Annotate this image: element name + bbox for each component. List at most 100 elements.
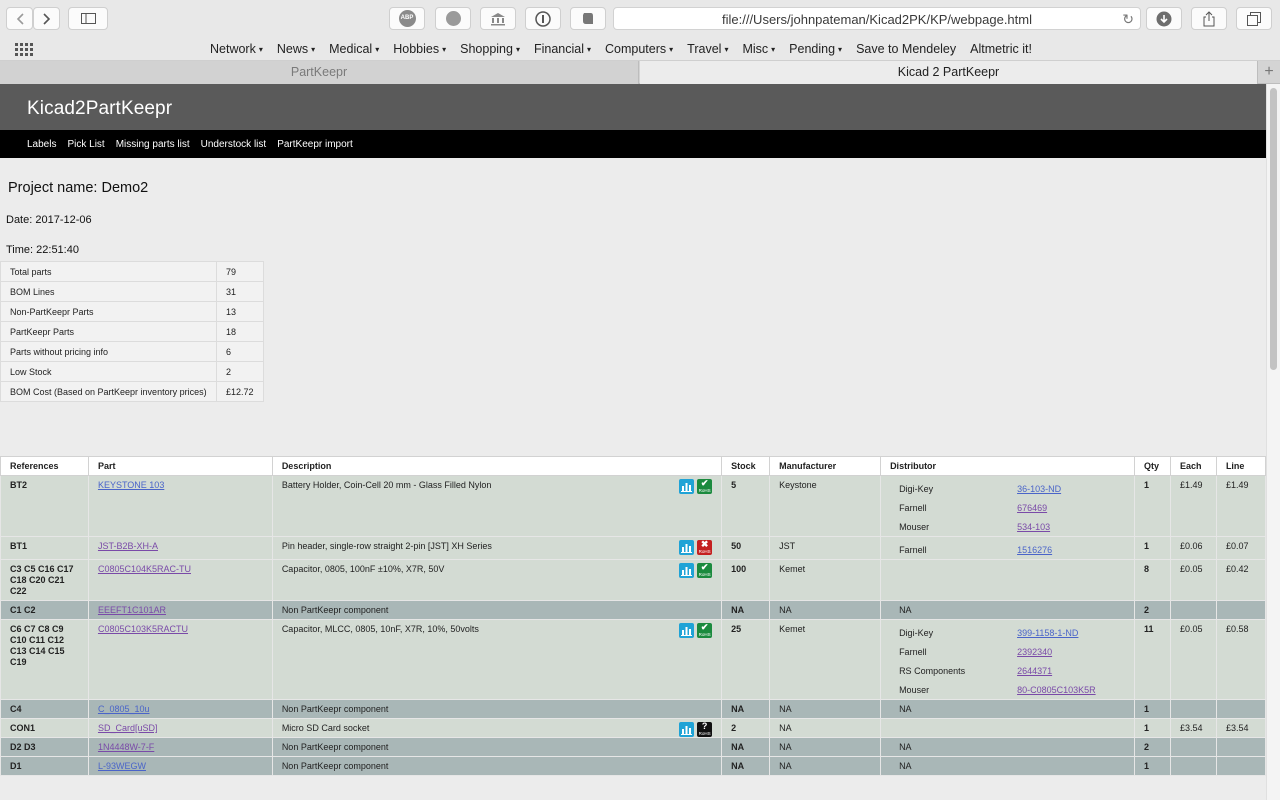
- rohs-icon[interactable]: ✔ RoHS: [697, 563, 713, 578]
- part-link[interactable]: C0805C103K5RACTU: [98, 624, 188, 634]
- reload-icon[interactable]: ↻: [1122, 11, 1134, 28]
- extension-button-3[interactable]: [525, 7, 561, 30]
- chevron-down-icon: ▾: [311, 45, 316, 54]
- rohs-icon[interactable]: ? RoHS: [697, 722, 713, 737]
- datasheet-icon[interactable]: [679, 479, 695, 494]
- distributor-part-link[interactable]: 2644371: [1017, 666, 1125, 677]
- summary-row: Low Stock 2: [0, 361, 264, 382]
- extension-button-2[interactable]: [480, 7, 516, 30]
- distributor-part-link[interactable]: 1516276: [1017, 545, 1125, 556]
- description-wrap: Non PartKeepr component: [282, 605, 712, 616]
- distributor-name: Farnell: [899, 503, 927, 513]
- tab-kicad2partkeepr[interactable]: Kicad 2 PartKeepr: [640, 61, 1257, 84]
- bom-each-price: £0.05: [1169, 619, 1217, 700]
- summary-row: PartKeepr Parts 18: [0, 321, 264, 342]
- extension-button-4[interactable]: [570, 7, 606, 30]
- nav-pick-list[interactable]: Pick List: [67, 139, 104, 150]
- rohs-icon[interactable]: ✔ RoHS: [697, 479, 713, 494]
- favorite-item[interactable]: Pending ▾: [789, 42, 842, 56]
- bom-line-price: £3.54: [1215, 718, 1266, 738]
- favorite-item[interactable]: Computers ▾: [605, 42, 673, 56]
- bom-row: D1 L-93WEGW Non PartKeepr component NA NA NA 1: [0, 756, 1266, 776]
- bom-distributor-cell: Digi-Key 36-103-ND Farnell 676469 Mouser 534-…: [880, 475, 1135, 537]
- bom-description-cell: Non PartKeepr component: [271, 737, 723, 757]
- datasheet-icon[interactable]: [679, 540, 695, 555]
- scrollbar-thumb[interactable]: [1270, 88, 1277, 370]
- part-link[interactable]: JST-B2B-XH-A: [98, 541, 158, 551]
- favorite-item[interactable]: News ▾: [277, 42, 315, 56]
- part-link[interactable]: KEYSTONE 103: [98, 480, 164, 490]
- summary-value: 2: [216, 361, 264, 382]
- bom-references: C3 C5 C16 C17 C18 C20 C21 C22: [0, 559, 89, 601]
- address-bar[interactable]: file:///Users/johnpateman/Kicad2PK/KP/we…: [613, 7, 1141, 30]
- favorite-item[interactable]: Medical ▾: [329, 42, 379, 56]
- part-link[interactable]: EEEFT1C101AR: [98, 605, 166, 615]
- part-link[interactable]: C_0805_10u: [98, 704, 150, 714]
- bom-distributor-cell: [880, 718, 1135, 738]
- favorite-item[interactable]: Hobbies ▾: [393, 42, 446, 56]
- nav-missing-parts-list[interactable]: Missing parts list: [116, 139, 190, 150]
- bom-column-header: Distributor: [880, 456, 1135, 476]
- bom-row: C4 C_0805_10u Non PartKeepr component NA NA N…: [0, 699, 1266, 719]
- part-link[interactable]: C0805C104K5RAC-TU: [98, 564, 191, 574]
- distributor-part-link[interactable]: 399-1158-1-ND: [1017, 628, 1125, 639]
- show-tabs-button[interactable]: [1236, 7, 1272, 30]
- description-wrap: Non PartKeepr component: [282, 761, 712, 772]
- favorite-item[interactable]: Save to Mendeley: [856, 42, 956, 56]
- bom-manufacturer: Kemet: [769, 559, 882, 601]
- distributor-part-link[interactable]: 676469: [1017, 503, 1125, 514]
- bom-stock: 50: [721, 536, 771, 560]
- rohs-text: RoHS: [698, 632, 711, 637]
- favorite-item[interactable]: Network ▾: [210, 42, 263, 56]
- distributor-part-link[interactable]: 80-C0805C103K5R: [1017, 685, 1125, 696]
- sidebar-button[interactable]: [68, 7, 108, 30]
- distributor-part-link[interactable]: 36-103-ND: [1017, 484, 1125, 495]
- bom-line-price: £0.58: [1215, 619, 1266, 700]
- share-button[interactable]: [1191, 7, 1227, 30]
- distributor-part-link[interactable]: 2392340: [1017, 647, 1125, 658]
- bom-distributor-cell: [880, 559, 1135, 601]
- forward-button[interactable]: [33, 7, 60, 30]
- bom-references: C4: [0, 699, 89, 719]
- summary-label: Low Stock: [0, 361, 217, 382]
- favorites-bar: Network ▾ News ▾ Medical ▾ Hobbies ▾ Shopping ▾ Fi…: [0, 38, 1280, 61]
- extension-button-1[interactable]: [435, 7, 471, 30]
- favorite-item[interactable]: Altmetric it!: [970, 42, 1032, 56]
- bom-qty: 1: [1133, 475, 1171, 537]
- favorite-item[interactable]: Financial ▾: [534, 42, 591, 56]
- favorite-item[interactable]: Misc ▾: [742, 42, 775, 56]
- summary-label: BOM Lines: [0, 281, 217, 302]
- part-link[interactable]: L-93WEGW: [98, 761, 146, 771]
- page-scrollbar[interactable]: [1266, 84, 1280, 800]
- back-button[interactable]: [6, 7, 33, 30]
- bom-description-cell: Non PartKeepr component: [271, 699, 723, 719]
- chevron-down-icon: ▾: [515, 45, 520, 54]
- nav-understock-list[interactable]: Understock list: [201, 139, 267, 150]
- bom-description-cell: Capacitor, MLCC, 0805, 10nF, X7R, 10%, 5…: [271, 619, 723, 700]
- downloads-button[interactable]: [1146, 7, 1182, 30]
- bom-stock: NA: [721, 600, 771, 620]
- part-description: Non PartKeepr component: [281, 605, 389, 615]
- grid-icon[interactable]: [15, 43, 33, 56]
- datasheet-icon[interactable]: [679, 722, 695, 737]
- datasheet-icon[interactable]: [679, 563, 695, 578]
- summary-label: PartKeepr Parts: [0, 321, 217, 342]
- bom-stock: 2: [721, 718, 771, 738]
- tab-partkeepr[interactable]: PartKeepr: [0, 61, 639, 84]
- datasheet-icon[interactable]: [679, 623, 695, 638]
- bom-each-price: £0.05: [1169, 559, 1217, 601]
- rohs-icon[interactable]: ✔ RoHS: [697, 623, 713, 638]
- part-link[interactable]: 1N4448W-7-F: [98, 742, 154, 752]
- part-link[interactable]: SD_Card[uSD]: [98, 723, 158, 733]
- forward-arrow-icon: [42, 12, 50, 25]
- rohs-icon[interactable]: ✖ RoHS: [697, 540, 713, 555]
- new-tab-button[interactable]: +: [1257, 61, 1280, 84]
- favorite-item[interactable]: Travel ▾: [687, 42, 728, 56]
- bom-each-price: [1169, 699, 1217, 719]
- favorite-item[interactable]: Shopping ▾: [460, 42, 520, 56]
- nav-labels[interactable]: Labels: [27, 139, 56, 150]
- distributor-part-link[interactable]: 534-103: [1017, 522, 1125, 533]
- nav-partkeepr-import[interactable]: PartKeepr import: [277, 139, 353, 150]
- adblock-button[interactable]: ABP: [389, 7, 425, 30]
- tabs-icon: [1247, 11, 1261, 26]
